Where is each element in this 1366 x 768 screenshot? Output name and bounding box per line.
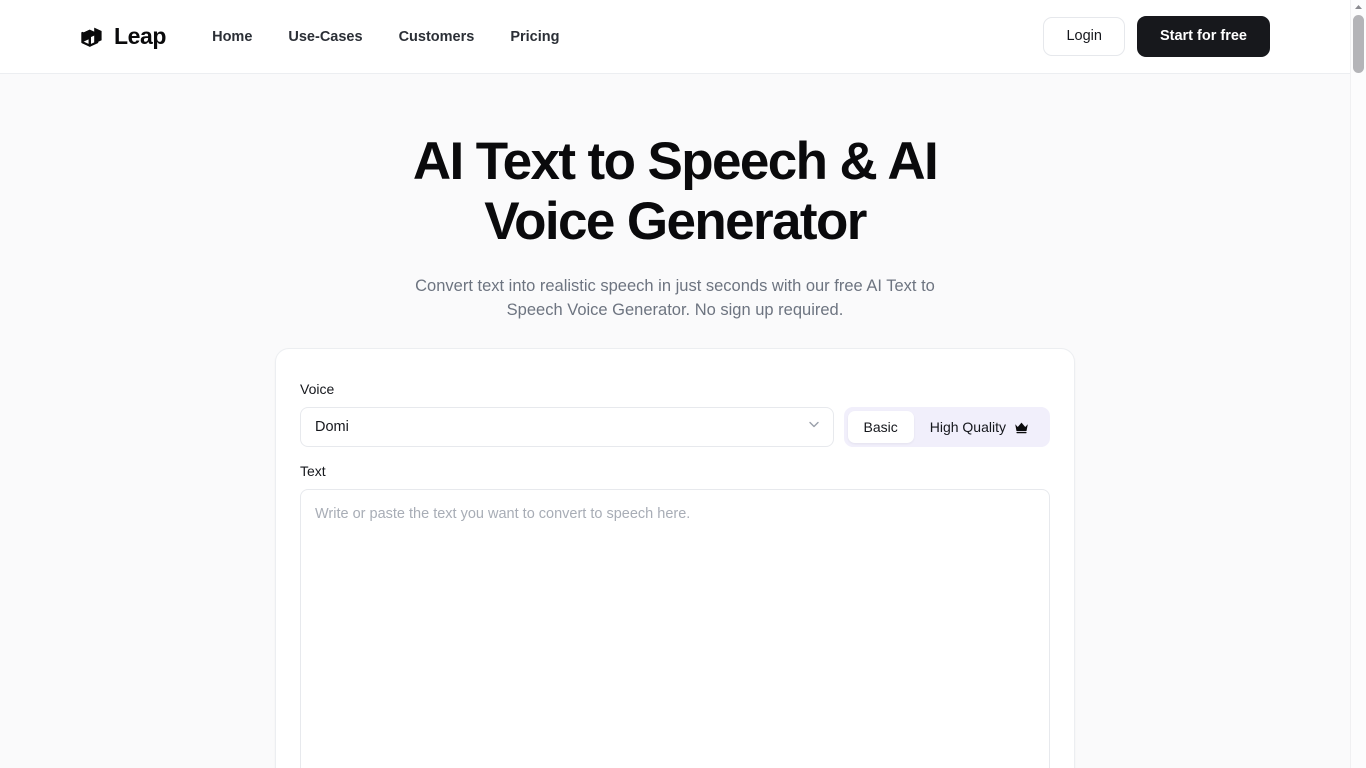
nav-link-home[interactable]: Home bbox=[212, 29, 252, 45]
page-subtitle: Convert text into realistic speech in ju… bbox=[415, 277, 935, 319]
tts-generator-card: Voice Domi Basic High Quality Text Write… bbox=[275, 348, 1075, 768]
quality-option-basic[interactable]: Basic bbox=[847, 411, 914, 443]
browser-viewport: Leap Home Use-Cases Customers Pricing Lo… bbox=[0, 0, 1366, 768]
nav-item-pricing[interactable]: Pricing bbox=[510, 28, 559, 46]
voice-label: Voice bbox=[300, 381, 335, 397]
nav-item-use-cases[interactable]: Use-Cases bbox=[288, 28, 362, 46]
page-content: Leap Home Use-Cases Customers Pricing Lo… bbox=[0, 0, 1350, 768]
start-for-free-button[interactable]: Start for free bbox=[1136, 16, 1270, 57]
cube-icon bbox=[80, 25, 104, 49]
quality-option-high-quality[interactable]: High Quality bbox=[914, 411, 1046, 443]
crown-icon bbox=[1013, 419, 1030, 436]
brand-logo[interactable]: Leap bbox=[80, 23, 166, 50]
voice-select[interactable]: Domi bbox=[300, 407, 834, 447]
scroll-up-arrow-icon[interactable] bbox=[1351, 0, 1366, 14]
header-actions: Login Start for free bbox=[1043, 16, 1270, 57]
vertical-scrollbar[interactable] bbox=[1350, 0, 1366, 768]
scrollbar-thumb[interactable] bbox=[1353, 15, 1364, 73]
voice-select-value: Domi bbox=[315, 419, 349, 435]
nav-link-pricing[interactable]: Pricing bbox=[510, 29, 559, 45]
site-header: Leap Home Use-Cases Customers Pricing Lo… bbox=[0, 0, 1350, 74]
quality-option-high-quality-label: High Quality bbox=[929, 419, 1006, 435]
primary-navigation: Home Use-Cases Customers Pricing bbox=[212, 28, 559, 46]
text-field: Text bbox=[300, 463, 1050, 768]
text-input[interactable] bbox=[300, 489, 1050, 768]
voice-row: Voice Domi Basic High Quality bbox=[300, 381, 1050, 447]
nav-link-use-cases[interactable]: Use-Cases bbox=[288, 29, 362, 45]
nav-item-home[interactable]: Home bbox=[212, 28, 252, 46]
login-button[interactable]: Login bbox=[1043, 17, 1125, 56]
nav-link-customers[interactable]: Customers bbox=[399, 29, 475, 45]
hero-section: AI Text to Speech & AI Voice Generator C… bbox=[0, 74, 1350, 322]
text-label: Text bbox=[300, 463, 326, 479]
page-title: AI Text to Speech & AI Voice Generator bbox=[412, 132, 939, 251]
quality-toggle-group: Basic High Quality bbox=[843, 407, 1050, 447]
voice-field: Voice Domi bbox=[300, 381, 834, 447]
voice-select-wrapper: Domi bbox=[300, 407, 834, 447]
nav-item-customers[interactable]: Customers bbox=[399, 28, 475, 46]
brand-name: Leap bbox=[114, 23, 167, 49]
